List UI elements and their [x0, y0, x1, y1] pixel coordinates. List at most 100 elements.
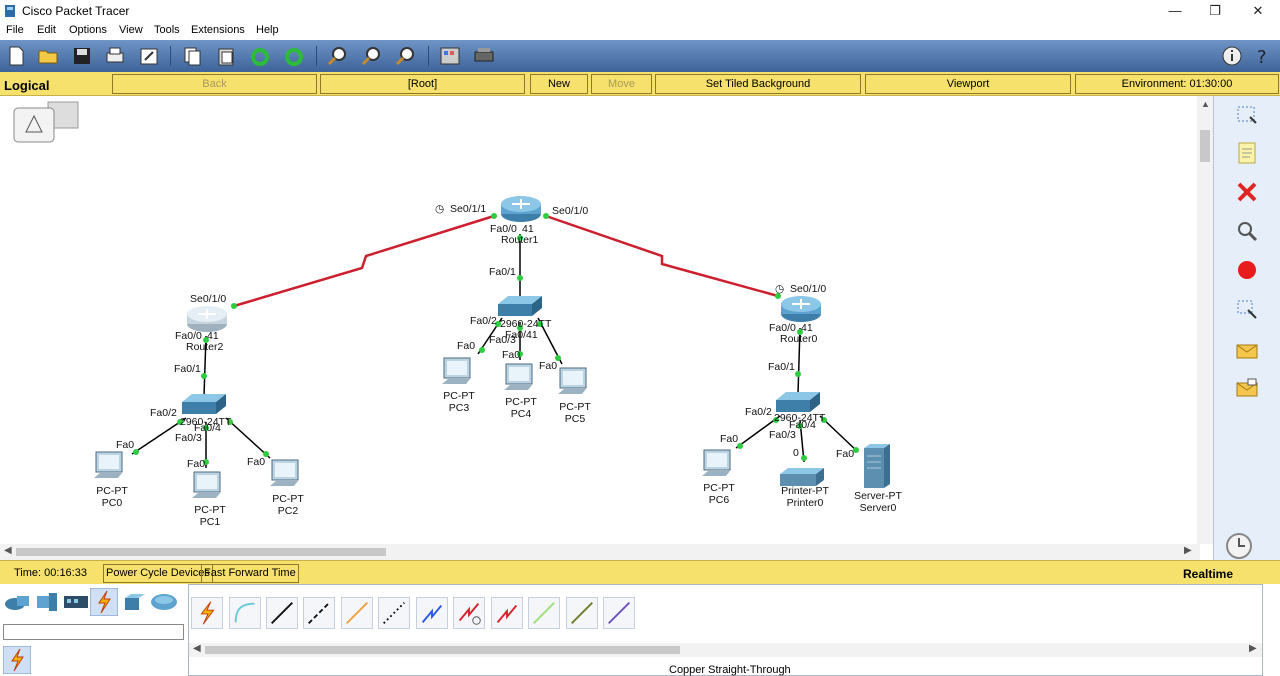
- root-button[interactable]: [Root]: [320, 74, 525, 94]
- help-icon[interactable]: ?: [1252, 44, 1276, 68]
- close-button[interactable]: ✕: [1238, 2, 1278, 20]
- pc6-port-label: Fa0: [720, 433, 739, 445]
- menu-extensions[interactable]: Extensions: [191, 24, 245, 36]
- router1-se-left-label: Se0/1/1: [450, 203, 487, 215]
- selected-connection-icon[interactable]: [3, 646, 31, 674]
- scroll-left-icon[interactable]: ◀: [193, 643, 201, 654]
- switch-icon[interactable]: [496, 294, 544, 320]
- toolbar-separator: [170, 46, 171, 66]
- zoom-out-icon[interactable]: [394, 44, 418, 68]
- server-icon[interactable]: [860, 442, 894, 490]
- switch-icon[interactable]: [180, 392, 228, 418]
- menu-view[interactable]: View: [119, 24, 143, 36]
- automatic-connection-icon[interactable]: [191, 597, 223, 629]
- resize-icon[interactable]: [1234, 296, 1260, 322]
- pc-icon[interactable]: [556, 366, 592, 400]
- add-simple-pdu-icon[interactable]: [1234, 338, 1260, 364]
- iot-custom-cable-icon[interactable]: [566, 597, 598, 629]
- back-button[interactable]: Back: [112, 74, 317, 94]
- custom-devices-icon[interactable]: [472, 44, 496, 68]
- scroll-right-icon[interactable]: ▶: [1249, 643, 1257, 654]
- copper-straight-through-icon[interactable]: [266, 597, 298, 629]
- toolbar-separator: [316, 46, 317, 66]
- miscellaneous-icon[interactable]: [121, 590, 149, 614]
- pc-icon[interactable]: [502, 362, 538, 396]
- serial-dte-icon[interactable]: [491, 597, 523, 629]
- pc-icon[interactable]: [92, 450, 128, 484]
- info-icon[interactable]: [1220, 44, 1244, 68]
- environment-button[interactable]: Environment: 01:30:00: [1075, 74, 1279, 94]
- network-devices-icon[interactable]: [3, 590, 31, 614]
- simulation-time: Time: 00:16:33: [14, 567, 87, 579]
- restore-button[interactable]: ❐: [1195, 2, 1235, 20]
- multiuser-connection-icon[interactable]: [149, 590, 179, 614]
- scroll-left-icon[interactable]: ◀: [4, 545, 12, 556]
- minimize-button[interactable]: —: [1155, 2, 1195, 20]
- paste-icon[interactable]: [214, 44, 238, 68]
- pc-icon[interactable]: [190, 470, 226, 504]
- redo-icon[interactable]: [282, 44, 306, 68]
- pc0-port-label: Fa0: [116, 439, 135, 451]
- menu-tools[interactable]: Tools: [154, 24, 180, 36]
- activity-wizard-icon[interactable]: [137, 44, 161, 68]
- octal-cable-icon[interactable]: [528, 597, 560, 629]
- power-cycle-devices-button[interactable]: Power Cycle Devices: [103, 564, 213, 583]
- print-icon[interactable]: [103, 44, 127, 68]
- select-icon[interactable]: [1234, 102, 1260, 128]
- workspace-horizontal-scrollbar[interactable]: ◀ ▶: [0, 544, 1200, 560]
- router0-name-label: Router0: [780, 333, 818, 345]
- pc1-port-label: Fa0: [187, 458, 206, 470]
- draw-ellipse-icon[interactable]: [1234, 257, 1260, 283]
- router1-se-right-label: Se0/1/0: [552, 205, 589, 217]
- fast-forward-time-button[interactable]: Fast Forward Time: [201, 564, 299, 583]
- inspect-icon[interactable]: [1234, 218, 1260, 244]
- router-icon[interactable]: [780, 294, 822, 324]
- copper-cross-over-icon[interactable]: [303, 597, 335, 629]
- logical-workspace[interactable]: ◷ Se0/1/1 Se0/1/0 Fa0/0 41 Router1 Se0/1…: [0, 96, 1200, 544]
- note-icon[interactable]: [1234, 140, 1260, 166]
- router-icon[interactable]: [500, 194, 542, 224]
- drawing-palette-icon[interactable]: [438, 44, 462, 68]
- realtime-mode-label[interactable]: Realtime: [1183, 567, 1233, 581]
- usb-cable-icon[interactable]: [603, 597, 635, 629]
- menu-options[interactable]: Options: [69, 24, 107, 36]
- scroll-right-icon[interactable]: ▶: [1184, 545, 1192, 556]
- serial-dce-icon[interactable]: [453, 597, 485, 629]
- simulation-clock-icon[interactable]: [1222, 530, 1256, 560]
- vertical-scroll-thumb[interactable]: [1200, 130, 1210, 162]
- end-devices-icon[interactable]: [33, 590, 61, 614]
- menu-file[interactable]: File: [6, 24, 24, 36]
- open-folder-icon[interactable]: [36, 44, 60, 68]
- device-search-input[interactable]: [3, 624, 184, 640]
- pc-icon[interactable]: [440, 356, 476, 390]
- components-icon[interactable]: [62, 590, 90, 614]
- connection-scrollbar[interactable]: ◀ ▶: [189, 643, 1262, 657]
- phone-cable-icon[interactable]: [378, 597, 410, 629]
- connections-category-icon[interactable]: [90, 588, 118, 616]
- copy-icon[interactable]: [180, 44, 204, 68]
- set-tiled-background-button[interactable]: Set Tiled Background: [655, 74, 861, 94]
- zoom-in-icon[interactable]: [326, 44, 350, 68]
- connection-scroll-thumb[interactable]: [205, 646, 680, 654]
- menu-help[interactable]: Help: [256, 24, 279, 36]
- sw2-port-label: Fa0/3: [175, 432, 202, 444]
- zoom-reset-icon[interactable]: [360, 44, 384, 68]
- undo-icon[interactable]: [248, 44, 272, 68]
- pc-icon[interactable]: [700, 448, 736, 482]
- save-icon[interactable]: [70, 44, 94, 68]
- new-file-icon[interactable]: [4, 44, 28, 68]
- scroll-up-icon[interactable]: ▲: [1201, 99, 1210, 109]
- add-complex-pdu-icon[interactable]: [1234, 376, 1260, 402]
- horizontal-scroll-thumb[interactable]: [16, 548, 386, 556]
- new-cluster-button[interactable]: New Cluster: [530, 74, 588, 108]
- fiber-cable-icon[interactable]: [341, 597, 373, 629]
- workspace-vertical-scrollbar[interactable]: ▲: [1197, 96, 1213, 544]
- pc-icon[interactable]: [268, 458, 304, 492]
- menu-edit[interactable]: Edit: [37, 24, 56, 36]
- delete-icon[interactable]: [1234, 179, 1260, 205]
- coaxial-cable-icon[interactable]: [416, 597, 448, 629]
- move-object-button[interactable]: Move Object: [591, 74, 652, 108]
- viewport-button[interactable]: Viewport: [865, 74, 1071, 94]
- console-cable-icon[interactable]: [229, 597, 261, 629]
- device-categories: [0, 584, 188, 676]
